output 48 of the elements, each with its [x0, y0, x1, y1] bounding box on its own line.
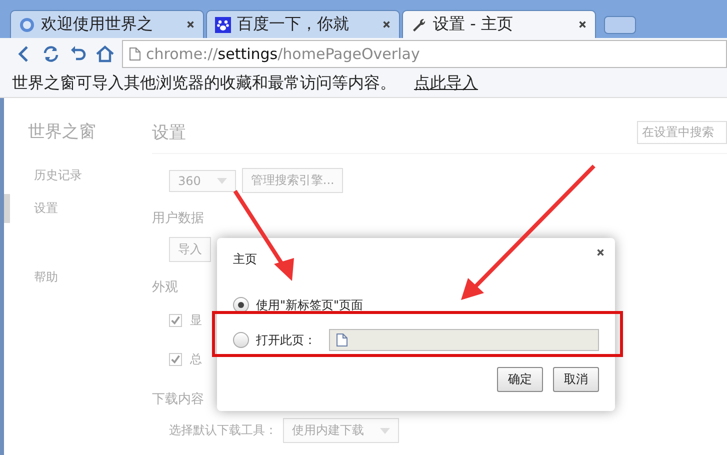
globe-icon: [19, 16, 35, 32]
checkbox-label: 显: [190, 312, 202, 329]
section-heading: 用户数据: [152, 210, 204, 227]
close-icon[interactable]: [382, 20, 391, 29]
radio-button[interactable]: [233, 332, 249, 348]
page-icon: [129, 47, 141, 61]
close-icon[interactable]: [578, 20, 587, 29]
browser-tab[interactable]: 设置 - 主页: [402, 10, 596, 38]
caret-icon: [380, 428, 390, 434]
checkbox[interactable]: [169, 353, 182, 366]
cancel-button[interactable]: 取消: [553, 367, 599, 392]
page-title: 设置: [152, 122, 186, 144]
tab-title: 设置 - 主页: [433, 14, 514, 35]
section-heading: 下载内容: [152, 391, 204, 408]
download-tool-label: 选择默认下载工具：: [169, 422, 277, 439]
close-icon[interactable]: [186, 20, 195, 29]
reload-icon[interactable]: [41, 44, 61, 64]
checkbox[interactable]: [169, 314, 182, 327]
confirm-button[interactable]: 确定: [497, 367, 543, 392]
sidebar-item[interactable]: 历史记录: [4, 161, 152, 190]
engine-dropdown[interactable]: 360: [169, 170, 236, 192]
option-label: 打开此页：: [256, 332, 316, 348]
url-field[interactable]: [329, 329, 599, 351]
dialog-title: 主页: [233, 251, 258, 268]
home-icon[interactable]: [95, 44, 115, 64]
paw-icon: [215, 16, 231, 32]
close-icon[interactable]: [596, 248, 605, 257]
wrench-icon: [411, 16, 427, 32]
browser-tab[interactable]: 欢迎使用世界之: [10, 10, 204, 38]
url-text: chrome://settings/homePageOverlay: [146, 45, 420, 63]
sidebar-item[interactable]: 帮助: [4, 263, 152, 292]
infobar-message: 世界之窗可导入其他浏览器的收藏和最常访问等内容。: [12, 73, 396, 94]
browser-tab[interactable]: 百度一下，你就: [206, 10, 400, 38]
sidebar-title: 世界之窗: [27, 121, 97, 143]
caret-icon: [216, 178, 227, 184]
page-icon: [336, 333, 348, 347]
search-field[interactable]: 在设置中搜索: [637, 121, 727, 144]
option-label: 使用"新标签页"页面: [256, 296, 364, 314]
address-bar[interactable]: chrome://settings/homePageOverlay: [122, 40, 727, 68]
tab-title: 欢迎使用世界之: [41, 14, 154, 35]
tab-title: 百度一下，你就: [237, 14, 350, 35]
import-button[interactable]: 导入: [169, 237, 211, 262]
section-heading: 外观: [152, 279, 178, 296]
sidebar-item[interactable]: 设置: [4, 194, 152, 223]
checkbox-label: 总: [190, 351, 202, 368]
import-link[interactable]: 点此导入: [414, 73, 478, 94]
manage-engines-button[interactable]: 管理搜索引擎...: [242, 168, 344, 193]
download-tool-dropdown[interactable]: 使用内建下载: [283, 418, 399, 443]
